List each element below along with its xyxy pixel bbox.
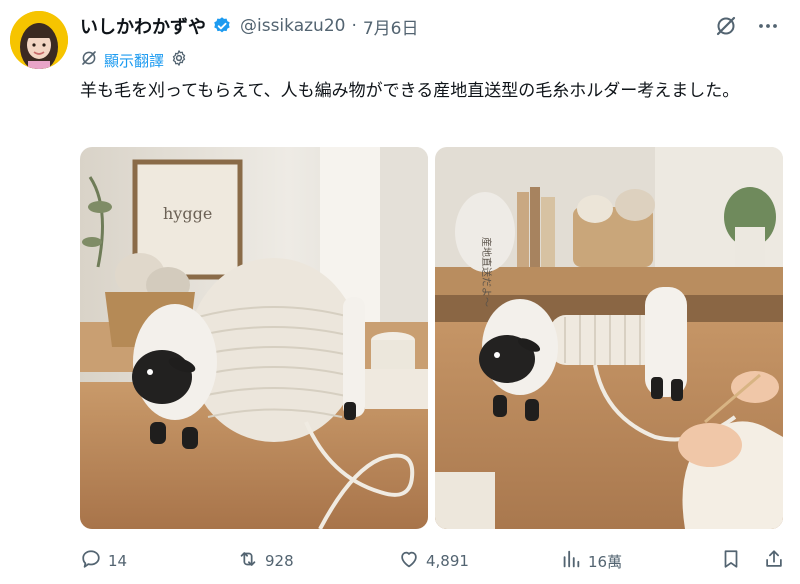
media-image-2[interactable]: 産地直送だよ〜 (435, 147, 783, 529)
like-button[interactable]: 4,891 (398, 548, 469, 574)
author-handle[interactable]: @issikazu20 (240, 16, 345, 36)
analytics-icon (560, 548, 582, 574)
tweet-date[interactable]: 7月6日 (363, 14, 419, 39)
translate-row: 顯示翻譯 (80, 49, 188, 71)
tweet-header: いしかわかずや @issikazu20 · 7月6日 (80, 12, 780, 40)
reply-count: 14 (108, 552, 128, 570)
views-button[interactable]: 16萬 (560, 548, 622, 574)
like-count: 4,891 (426, 552, 469, 570)
gear-icon[interactable] (170, 49, 188, 71)
bookmark-button[interactable] (720, 548, 742, 574)
tweet-text: 羊も毛を刈ってもらえて、人も編み物ができる産地直送型の毛糸ホルダー考えました。 (80, 81, 740, 101)
grok-icon (80, 49, 98, 71)
grok-icon[interactable] (714, 14, 738, 38)
reply-icon (80, 548, 102, 574)
author-name[interactable]: いしかわかずや (80, 13, 206, 39)
media-image-1[interactable]: hygge (80, 147, 428, 529)
reply-button[interactable]: 14 (80, 548, 127, 574)
share-icon (763, 548, 785, 574)
retweet-count: 928 (265, 552, 294, 570)
bookmark-icon (720, 548, 742, 574)
more-options-icon[interactable] (756, 14, 780, 38)
retweet-button[interactable]: 928 (237, 548, 294, 574)
retweet-icon (237, 548, 259, 574)
verified-badge-icon (212, 16, 232, 36)
sign-text: hygge (163, 204, 212, 223)
heart-icon (398, 548, 420, 574)
separator-dot: · (351, 16, 357, 36)
view-count: 16萬 (588, 552, 623, 571)
share-button[interactable] (763, 548, 785, 574)
overlay-text: 産地直送だよ〜 (480, 237, 493, 307)
action-bar: 14 928 4,891 16萬 (80, 548, 785, 574)
translate-link[interactable]: 顯示翻譯 (104, 50, 164, 71)
avatar[interactable] (10, 11, 68, 69)
